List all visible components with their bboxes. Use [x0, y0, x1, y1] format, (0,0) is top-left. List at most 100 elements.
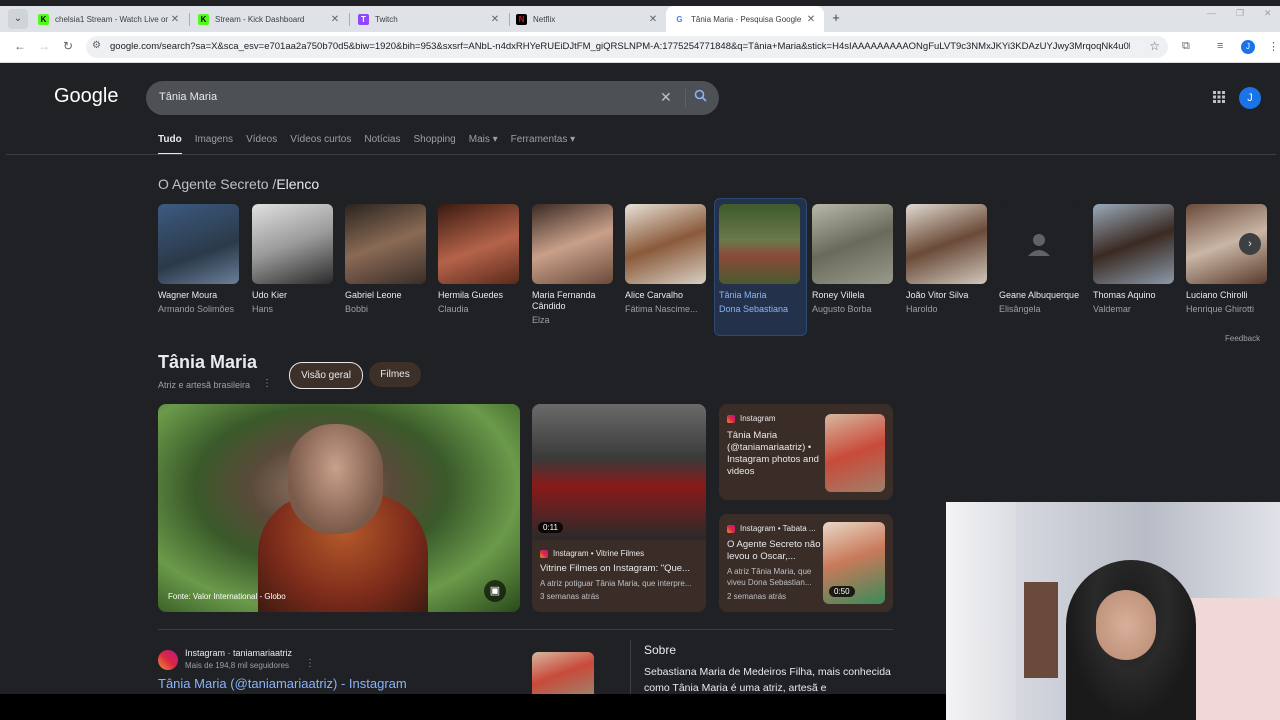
cast-card[interactable]: Gabriel Leone Bobbi [345, 204, 427, 315]
browser-tab-netflix[interactable]: N Netflix ✕ [508, 6, 666, 32]
window-close-icon[interactable]: ✕ [1264, 8, 1272, 19]
clear-icon[interactable]: ✕ [660, 89, 672, 106]
result-title-link[interactable]: Tânia Maria (@taniamariaatriz) - Instagr… [158, 676, 407, 691]
browser-tab-google-search[interactable]: G Tânia Maria - Pesquisa Google ✕ [666, 6, 824, 32]
cast-card[interactable]: Roney Villela Augusto Borba [812, 204, 894, 315]
cast-photo [812, 204, 893, 284]
cast-photo [625, 204, 706, 284]
tab-all[interactable]: Tudo [158, 134, 182, 155]
cast-card[interactable]: Hermila Guedes Claudia [438, 204, 520, 315]
video-date: 3 semanas atrás [540, 592, 600, 601]
column-divider [630, 640, 631, 694]
result-menu-icon[interactable]: ⋮ [305, 658, 315, 669]
instagram-profile-card[interactable]: Instagram Tânia Maria (@taniamariaatriz)… [719, 404, 893, 500]
chip-films[interactable]: Filmes [369, 362, 421, 387]
cast-name: João Vitor Silva [906, 290, 969, 300]
video-snippet: A atriz potiguar Tânia Maria, que interp… [540, 579, 692, 588]
google-account-avatar[interactable]: J [1239, 87, 1261, 109]
close-icon[interactable]: ✕ [328, 14, 342, 25]
google-apps-icon[interactable] [1213, 90, 1225, 106]
back-icon[interactable]: ← [12, 39, 28, 53]
tab-more[interactable]: Mais ▾ [469, 134, 498, 155]
cast-photo [532, 204, 613, 284]
cast-card[interactable]: Wagner Moura Armando Solimões [158, 204, 240, 315]
media-control-icon[interactable]: ≡ [1217, 40, 1223, 52]
image-gallery-icon[interactable]: ▣ [484, 580, 506, 602]
google-logo[interactable]: Google [54, 85, 119, 108]
more-options-icon[interactable]: ⋮ [262, 378, 272, 389]
forward-icon[interactable]: → [36, 39, 52, 53]
carousel-next-icon[interactable]: › [1239, 233, 1261, 255]
cast-photo [719, 204, 800, 284]
reload-icon[interactable]: ↻ [60, 39, 76, 53]
video-source: Instagram • Vitrine Filmes [540, 549, 644, 558]
cast-name: Thomas Aquino [1093, 290, 1156, 300]
video-source-text: Instagram • Vitrine Filmes [553, 549, 645, 558]
cast-name: Gabriel Leone [345, 290, 402, 300]
cast-photo-placeholder [999, 204, 1080, 284]
video-duration: 0:50 [829, 586, 855, 597]
cast-card[interactable]: Alice Carvalho Fátima Nascime... [625, 204, 707, 315]
cast-card[interactable]: Thomas Aquino Valdemar [1093, 204, 1175, 315]
main-entity-image[interactable]: Fonte: Valor International - Globo ▣ [158, 404, 520, 612]
card-date: 2 semanas atrás [727, 592, 787, 601]
tab-search-icon[interactable]: ⌄ [8, 9, 28, 29]
extensions-icon[interactable]: ⧉ [1182, 40, 1190, 53]
close-icon[interactable]: ✕ [646, 14, 660, 25]
search-box[interactable]: Tânia Maria ✕ [146, 81, 719, 115]
netflix-icon: N [516, 13, 527, 25]
site-info-icon[interactable]: ⚙ [92, 40, 101, 51]
browser-tab-twitch[interactable]: T Twitch ✕ [350, 6, 508, 32]
search-input[interactable]: Tânia Maria [159, 91, 217, 103]
cast-card[interactable]: Luciano Chirolli Henrique Ghirotti [1186, 204, 1268, 315]
search-icon[interactable] [694, 89, 707, 105]
browser-tab-kick-dashboard[interactable]: K Stream - Kick Dashboard ✕ [190, 6, 348, 32]
browser-menu-icon[interactable]: ⋮ [1268, 40, 1279, 53]
about-heading: Sobre [644, 643, 677, 657]
feedback-link[interactable]: Feedback [1225, 334, 1260, 343]
cast-card[interactable]: Maria Fernanda Cândido Elza [532, 204, 614, 326]
tab-title: Netflix [533, 14, 556, 24]
browser-profile-avatar[interactable]: J [1241, 40, 1255, 54]
bookmark-star-icon[interactable]: ☆ [1149, 39, 1160, 53]
card-title: Tânia Maria (@taniamariaatriz) • Instagr… [727, 430, 819, 477]
card-source-text: Instagram • Tabata ... [740, 524, 816, 533]
instagram-video-card[interactable]: Instagram • Tabata ... O Agente Secreto … [719, 514, 893, 612]
card-source: Instagram • Tabata ... [727, 524, 816, 533]
browser-tab-chelsia[interactable]: K chelsia1 Stream - Watch Live on ✕ [30, 6, 188, 32]
browser-toolbar: ← → ↻ ⚙ google.com/search?sa=X&sca_esv=e… [0, 32, 1280, 63]
url-text[interactable]: google.com/search?sa=X&sca_esv=e701aa2a7… [110, 41, 1130, 52]
new-tab-button[interactable]: + [829, 10, 843, 25]
close-icon[interactable]: ✕ [168, 14, 182, 25]
tab-strip: ⌄ K chelsia1 Stream - Watch Live on ✕ K … [0, 6, 1280, 32]
tab-tools[interactable]: Ferramentas ▾ [511, 134, 575, 155]
tab-title: Tânia Maria - Pesquisa Google [691, 14, 802, 24]
tab-images[interactable]: Imagens [195, 134, 233, 155]
tab-videos[interactable]: Vídeos [246, 134, 277, 155]
card-source-text: Instagram [740, 414, 776, 423]
close-icon[interactable]: ✕ [488, 14, 502, 25]
tab-shopping[interactable]: Shopping [413, 134, 455, 155]
cast-heading: O Agente Secreto /Elenco [158, 176, 319, 192]
tab-news[interactable]: Notícias [364, 134, 400, 155]
video-card[interactable]: 0:11 Instagram • Vitrine Filmes Vitrine … [532, 404, 706, 612]
cast-role: Bobbi [345, 304, 369, 314]
chip-overview[interactable]: Visão geral [289, 362, 363, 389]
result-thumbnail[interactable] [532, 652, 594, 694]
cast-name: Geane Albuquerque [999, 290, 1080, 300]
cast-card[interactable]: Geane Albuquerque Elisângela [999, 204, 1081, 315]
header-divider [6, 154, 1276, 155]
image-caption: Fonte: Valor International - Globo [168, 592, 286, 601]
tab-short-videos[interactable]: Vídeos curtos [290, 134, 351, 155]
maximize-icon[interactable]: ❐ [1236, 8, 1244, 19]
cast-heading-movie[interactable]: O Agente Secreto [158, 176, 269, 192]
cast-card[interactable]: Udo Kier Hans [252, 204, 334, 315]
cast-card-selected[interactable]: Tânia Maria Dona Sebastiana [719, 204, 801, 315]
minimize-icon[interactable]: — [1207, 8, 1216, 18]
entity-subtitle: Atriz e artesã brasileira [158, 380, 251, 390]
cast-photo [438, 204, 519, 284]
address-bar[interactable]: ⚙ google.com/search?sa=X&sca_esv=e701aa2… [86, 36, 1168, 58]
close-icon[interactable]: ✕ [804, 14, 818, 25]
cast-card[interactable]: João Vitor Silva Haroldo [906, 204, 988, 315]
card-thumbnail [825, 414, 885, 492]
